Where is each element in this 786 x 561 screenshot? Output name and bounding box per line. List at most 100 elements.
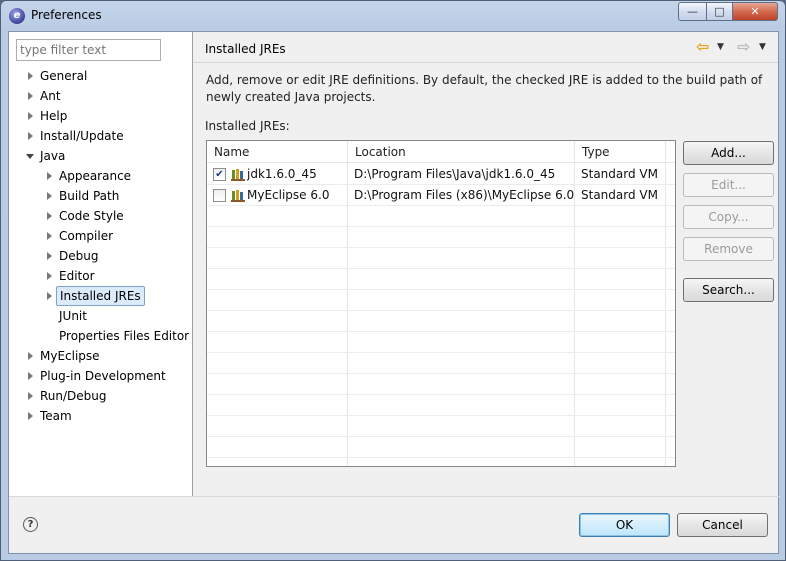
copy-button[interactable]: Copy...: [683, 205, 774, 229]
tree-item-label: MyEclipse: [40, 349, 100, 363]
default-jre-checkbox[interactable]: ✔: [213, 168, 226, 181]
tree-item-help[interactable]: Help: [9, 106, 193, 126]
tree-item-label: Debug: [59, 249, 99, 263]
tree-item-label: Ant: [40, 89, 61, 103]
tree-item-ant[interactable]: Ant: [9, 86, 193, 106]
tree-item-general[interactable]: General: [9, 66, 193, 86]
row-gridline: [207, 247, 675, 248]
tree-item-label: Properties Files Editor: [59, 329, 190, 343]
filter-input[interactable]: [16, 39, 161, 61]
tree-item-label: General: [40, 69, 88, 83]
forward-history-dropdown-icon[interactable]: ▼: [759, 38, 766, 56]
tree-item-label: Compiler: [59, 229, 114, 243]
collapsed-arrow-icon[interactable]: [47, 192, 52, 200]
row-gridline: [207, 415, 675, 416]
tree-item-label: Code Style: [59, 209, 124, 223]
installed-jres-table[interactable]: Name Location Type ✔ jdk1.6.0_45 D:\Progra…: [206, 140, 676, 467]
collapsed-arrow-icon[interactable]: [28, 352, 33, 360]
jre-library-icon: [231, 169, 245, 181]
row-gridline: [207, 226, 675, 227]
collapsed-arrow-icon[interactable]: [47, 172, 52, 180]
cell-location: D:\Program Files (x86)\MyEclipse 6.0: [354, 188, 575, 202]
preferences-tree-pane: General Ant Help Install/Update Java Appearan…: [9, 32, 193, 496]
table-caption: Installed JREs:: [205, 119, 290, 133]
minimize-button[interactable]: —: [678, 2, 707, 21]
collapsed-arrow-icon[interactable]: [28, 72, 33, 80]
add-button[interactable]: Add...: [683, 141, 774, 165]
column-header-name[interactable]: Name: [207, 141, 347, 163]
cell-name: MyEclipse 6.0: [247, 188, 330, 202]
remove-button[interactable]: Remove: [683, 237, 774, 261]
title-separator: [194, 62, 778, 63]
collapsed-arrow-icon[interactable]: [47, 292, 52, 300]
tree-item-debug[interactable]: Debug: [9, 246, 193, 266]
tree-item-install-update[interactable]: Install/Update: [9, 126, 193, 146]
collapsed-arrow-icon[interactable]: [28, 132, 33, 140]
row-gridline: [207, 457, 675, 458]
forward-arrow-icon[interactable]: ⇨: [737, 38, 750, 56]
row-gridline: [207, 394, 675, 395]
tree-item-myeclipse[interactable]: MyEclipse: [9, 346, 193, 366]
collapsed-arrow-icon[interactable]: [28, 112, 33, 120]
collapsed-arrow-icon[interactable]: [47, 252, 52, 260]
row-gridline: [207, 436, 675, 437]
back-history-dropdown-icon[interactable]: ▼: [717, 38, 724, 56]
tree-item-run-debug[interactable]: Run/Debug: [9, 386, 193, 406]
tree-item-installed-jres[interactable]: Installed JREs: [9, 286, 193, 306]
maximize-button[interactable]: □: [706, 2, 733, 21]
collapsed-arrow-icon[interactable]: [47, 212, 52, 220]
cell-type: Standard VM: [581, 188, 658, 202]
tree-item-compiler[interactable]: Compiler: [9, 226, 193, 246]
collapsed-arrow-icon[interactable]: [47, 232, 52, 240]
default-jre-checkbox[interactable]: [213, 189, 226, 202]
tree-item-editor[interactable]: Editor: [9, 266, 193, 286]
window-title: Preferences: [31, 8, 102, 22]
footer-separator: [9, 496, 780, 497]
tree-item-label: Java: [40, 149, 66, 163]
tree-item-properties-files-editor[interactable]: Properties Files Editor: [9, 326, 193, 346]
search-button[interactable]: Search...: [683, 278, 774, 302]
tree-item-java[interactable]: Java: [9, 146, 193, 166]
table-row[interactable]: ✔ jdk1.6.0_45 D:\Program Files\Java\jdk1.6…: [207, 164, 675, 185]
tree-item-label: JUnit: [59, 309, 87, 323]
tree-item-appearance[interactable]: Appearance: [9, 166, 193, 186]
tree-item-label: Installed JREs: [56, 286, 145, 306]
tree-item-plug-in-development[interactable]: Plug-in Development: [9, 366, 193, 386]
tree-item-label: Install/Update: [40, 129, 124, 143]
close-button[interactable]: ✕: [732, 2, 778, 21]
dialog-client: General Ant Help Install/Update Java Appearan…: [8, 31, 780, 554]
tree-item-junit[interactable]: JUnit: [9, 306, 193, 326]
column-header-type[interactable]: Type: [575, 141, 665, 163]
cell-name: jdk1.6.0_45: [247, 167, 317, 181]
collapsed-arrow-icon[interactable]: [28, 372, 33, 380]
tree-item-build-path[interactable]: Build Path: [9, 186, 193, 206]
cancel-button[interactable]: Cancel: [677, 513, 768, 537]
tree-item-label: Editor: [59, 269, 95, 283]
tree-item-team[interactable]: Team: [9, 406, 193, 426]
table-row[interactable]: MyEclipse 6.0 D:\Program Files (x86)\MyEc…: [207, 185, 675, 206]
column-header-location[interactable]: Location: [348, 141, 575, 163]
expanded-arrow-icon[interactable]: [26, 154, 34, 159]
collapsed-arrow-icon[interactable]: [28, 92, 33, 100]
page-pane: Installed JREs ⇦ ▼ ⇨ ▼ Add, remove or ed…: [194, 32, 778, 496]
collapsed-arrow-icon[interactable]: [28, 412, 33, 420]
help-icon[interactable]: ?: [23, 517, 38, 532]
tree-item-label: Plug-in Development: [40, 369, 166, 383]
edit-button[interactable]: Edit...: [683, 173, 774, 197]
preferences-window: e Preferences — □ ✕ General Ant Help Instal…: [0, 0, 786, 561]
title-bar[interactable]: e Preferences — □ ✕: [1, 1, 785, 31]
row-gridline: [207, 352, 675, 353]
row-gridline: [207, 331, 675, 332]
description-line: newly created Java projects.: [206, 90, 376, 104]
row-gridline: [207, 373, 675, 374]
jre-library-icon: [231, 190, 245, 202]
tree-item-code-style[interactable]: Code Style: [9, 206, 193, 226]
tree-item-label: Help: [40, 109, 68, 123]
description-line: Add, remove or edit JRE definitions. By …: [206, 73, 763, 87]
back-arrow-icon[interactable]: ⇦: [696, 38, 709, 56]
tree-item-label: Run/Debug: [40, 389, 107, 403]
ok-button[interactable]: OK: [579, 513, 670, 537]
row-gridline: [207, 268, 675, 269]
collapsed-arrow-icon[interactable]: [28, 392, 33, 400]
collapsed-arrow-icon[interactable]: [47, 272, 52, 280]
